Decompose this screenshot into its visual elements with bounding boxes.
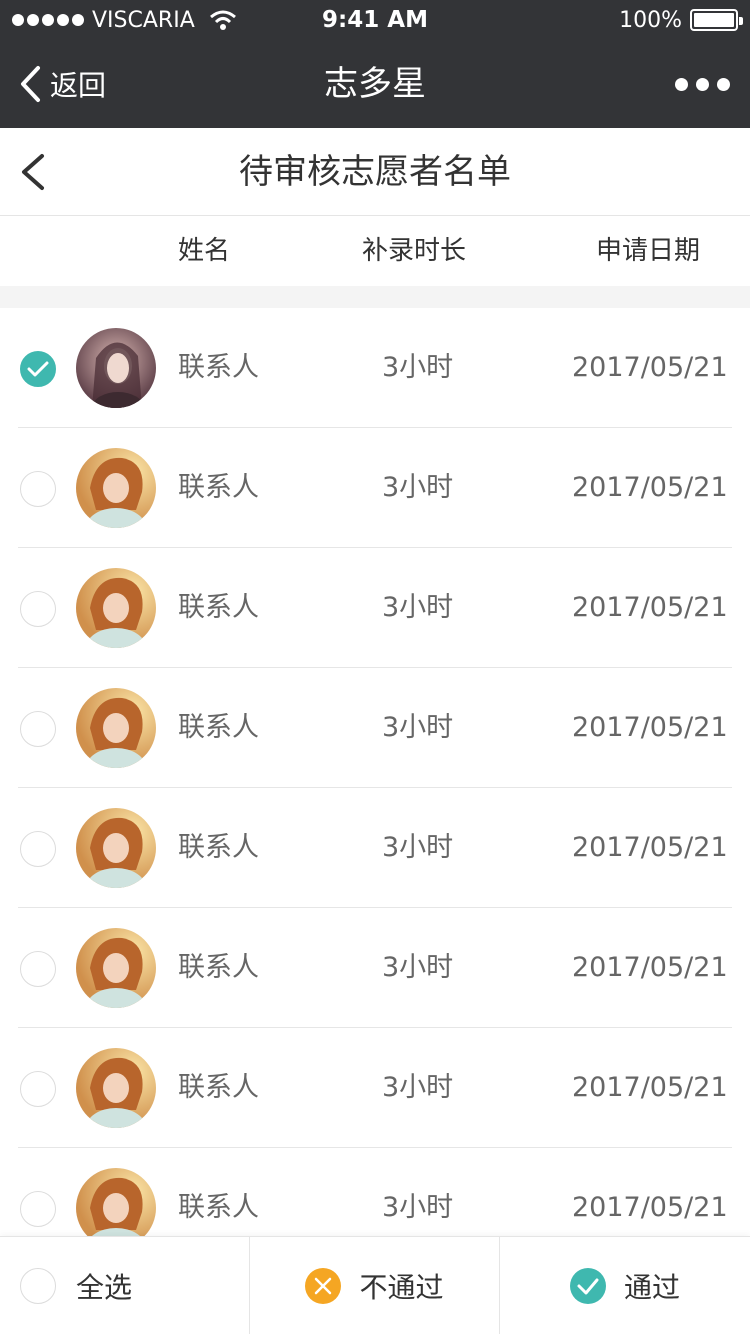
select-all-checkbox[interactable] <box>20 1268 56 1304</box>
row-hours: 3小时 <box>382 952 454 983</box>
row-hours: 3小时 <box>382 352 454 383</box>
row-name: 联系人 <box>178 1192 259 1223</box>
table-row[interactable]: 联系人 3小时 2017/05/21 <box>0 548 750 668</box>
avatar <box>76 1048 156 1128</box>
avatar <box>76 928 156 1008</box>
row-name: 联系人 <box>178 352 259 383</box>
nav-bar: 返回 志多星 <box>0 40 750 128</box>
column-header-name: 姓名 <box>178 236 231 266</box>
row-checkbox[interactable] <box>20 711 56 747</box>
row-date: 2017/05/21 <box>572 1192 728 1223</box>
row-hours: 3小时 <box>382 1192 454 1223</box>
check-icon <box>27 361 49 377</box>
table-row[interactable]: 联系人 3小时 2017/05/21 <box>0 428 750 548</box>
avatar <box>76 688 156 768</box>
approve-button[interactable]: 通过 <box>500 1237 750 1334</box>
row-date: 2017/05/21 <box>572 352 728 383</box>
table-row[interactable]: 联系人 3小时 2017/05/21 <box>0 1028 750 1148</box>
select-all-button[interactable]: 全选 <box>0 1237 250 1334</box>
battery-icon <box>690 9 743 31</box>
more-dots-icon[interactable] <box>675 40 730 128</box>
column-header-hours: 补录时长 <box>362 236 467 266</box>
avatar <box>76 448 156 528</box>
row-name: 联系人 <box>178 832 259 863</box>
avatar <box>76 808 156 888</box>
reject-label: 不通过 <box>359 1271 444 1304</box>
page-title: 待审核志愿者名单 <box>239 152 511 192</box>
row-checkbox[interactable] <box>20 1071 56 1107</box>
avatar <box>76 568 156 648</box>
row-hours: 3小时 <box>382 712 454 743</box>
table-row[interactable]: 联系人 3小时 2017/05/21 <box>0 308 750 428</box>
approve-label: 通过 <box>623 1271 680 1304</box>
row-date: 2017/05/21 <box>572 592 728 623</box>
row-checkbox[interactable] <box>20 1191 56 1227</box>
row-name: 联系人 <box>178 472 259 503</box>
row-checkbox[interactable] <box>20 351 56 387</box>
volunteer-list: 联系人 3小时 2017/05/21 联系人 3小时 2017/05/21 联系人 3小时 20… <box>0 308 750 1236</box>
avatar <box>76 1168 156 1236</box>
row-date: 2017/05/21 <box>572 1072 728 1103</box>
check-circle-icon <box>569 1268 606 1304</box>
row-name: 联系人 <box>178 952 259 983</box>
row-checkbox[interactable] <box>20 951 56 987</box>
column-header-date: 申请日期 <box>596 236 701 266</box>
row-hours: 3小时 <box>382 1072 454 1103</box>
row-checkbox[interactable] <box>20 591 56 627</box>
status-right: 100% <box>619 0 743 40</box>
row-date: 2017/05/21 <box>572 832 728 863</box>
row-date: 2017/05/21 <box>572 952 728 983</box>
column-headers: 姓名 补录时长 申请日期 <box>0 216 750 286</box>
avatar <box>76 328 156 408</box>
row-hours: 3小时 <box>382 592 454 623</box>
select-all-label: 全选 <box>76 1271 133 1304</box>
nav-title: 志多星 <box>324 64 426 104</box>
table-row[interactable]: 联系人 3小时 2017/05/21 <box>0 788 750 908</box>
row-date: 2017/05/21 <box>572 472 728 503</box>
row-hours: 3小时 <box>382 472 454 503</box>
row-checkbox[interactable] <box>20 471 56 507</box>
row-checkbox[interactable] <box>20 831 56 867</box>
close-circle-icon <box>305 1268 342 1304</box>
section-divider <box>0 286 750 308</box>
page-header: 待审核志愿者名单 <box>0 128 750 216</box>
table-row[interactable]: 联系人 3小时 2017/05/21 <box>0 1148 750 1236</box>
status-bar: VISCARIA 9:41 AM 100% <box>0 0 750 40</box>
battery-percent: 100% <box>619 7 682 33</box>
row-name: 联系人 <box>178 592 259 623</box>
row-name: 联系人 <box>178 712 259 743</box>
row-date: 2017/05/21 <box>572 712 728 743</box>
table-row[interactable]: 联系人 3小时 2017/05/21 <box>0 908 750 1028</box>
reject-button[interactable]: 不通过 <box>250 1237 500 1334</box>
bottom-action-bar: 全选 不通过 通过 <box>0 1236 750 1334</box>
row-hours: 3小时 <box>382 832 454 863</box>
row-name: 联系人 <box>178 1072 259 1103</box>
table-row[interactable]: 联系人 3小时 2017/05/21 <box>0 668 750 788</box>
